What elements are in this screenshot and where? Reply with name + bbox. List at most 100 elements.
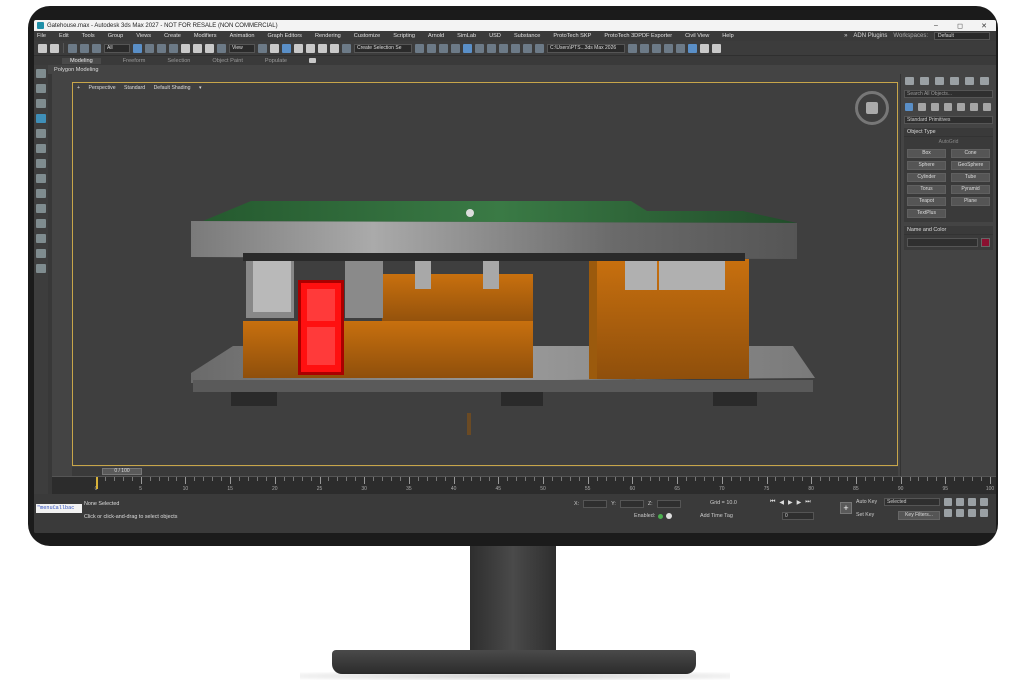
pivot-center-icon[interactable] [258,43,267,53]
zoom-all-icon[interactable] [956,498,964,506]
maxscript-listener[interactable]: "menuCallbac [36,504,82,513]
menu-views[interactable]: Views [136,33,151,39]
render-production-icon[interactable] [535,43,544,53]
ribbon-options-icon[interactable] [309,58,316,63]
object-name-field[interactable] [907,238,978,247]
hierarchy-tab-icon[interactable] [935,77,944,85]
menu-graph-editors[interactable]: Graph Editors [267,33,302,39]
toolbar-extra-icon[interactable] [676,43,685,53]
bind-space-warp-icon[interactable] [92,43,101,53]
set-project-folder-icon[interactable] [628,43,637,53]
lights-icon[interactable] [931,103,939,111]
create-tab-icon[interactable] [905,77,914,85]
enabled-indicator-icon[interactable] [658,513,664,519]
menu-scripting[interactable]: Scripting [393,33,415,39]
display-bones-icon[interactable] [36,219,46,228]
tube-button[interactable]: Tube [951,173,990,182]
tab-populate[interactable]: Populate [265,58,287,64]
track-bar[interactable]: 0 5 10 15 20 25 30 35 40 45 50 55 60 65 70 75 80 85 90 95 10… [52,476,996,494]
menu-overflow-icon[interactable]: » [844,33,847,39]
display-helpers-icon[interactable] [36,189,46,198]
rendered-frame-window-icon[interactable] [523,43,532,53]
scale-icon[interactable] [205,43,214,53]
menu-file[interactable]: File [37,33,46,39]
display-tab-icon[interactable] [965,77,974,85]
play-icon[interactable]: ▶ [788,499,793,506]
plane-button[interactable]: Plane [951,197,990,206]
search-all-objects-field[interactable]: Search All Objects... [904,90,993,98]
go-to-start-icon[interactable]: ⏮ [770,499,775,506]
primitive-category-dropdown[interactable]: Standard Primitives [904,116,993,124]
layer-explorer-icon[interactable] [451,43,460,53]
pyramid-button[interactable]: Pyramid [951,185,990,194]
previous-frame-icon[interactable]: ◀ [779,499,784,506]
key-filters-button[interactable]: Key Filters... [898,511,940,520]
selection-filter-dropdown[interactable]: All [104,43,130,53]
next-frame-icon[interactable]: ▶ [797,499,802,506]
curve-editor-icon[interactable] [475,43,484,53]
helpers-icon[interactable] [957,103,965,111]
cameras-icon[interactable] [944,103,952,111]
set-key-mode-icon[interactable]: + [840,502,852,514]
user-account[interactable]: ADN Plugins [853,33,887,39]
link-icon[interactable] [68,43,77,53]
z-coordinate-field[interactable] [656,500,681,508]
sort-by-hierarchy-icon[interactable] [36,84,46,93]
menu-modifiers[interactable]: Modifiers [194,33,217,39]
sort-by-layer-icon[interactable] [36,99,46,108]
workspace-dropdown[interactable]: Default [934,32,990,40]
angle-snap-icon[interactable] [306,43,315,53]
time-slider-thumb[interactable]: 0 / 100 [102,468,142,475]
name-and-color-header[interactable]: Name and Color [904,226,993,235]
menu-tools[interactable]: Tools [82,33,95,39]
modify-tab-icon[interactable] [920,77,929,85]
placement-icon[interactable] [217,43,226,53]
selection-set-dropdown[interactable]: Selected [884,498,940,506]
select-object-icon[interactable] [133,43,142,53]
schematic-view-icon[interactable] [487,43,496,53]
box-button[interactable]: Box [907,149,946,158]
motion-tab-icon[interactable] [950,77,959,85]
snaps-toggle-icon[interactable] [294,43,303,53]
unlink-icon[interactable] [80,43,89,53]
perspective-viewport[interactable]: + Perspective Standard Default Shading ▾ [72,82,898,466]
ribbon-toggle-icon[interactable] [463,43,472,53]
spinner-snap-icon[interactable] [330,43,339,53]
systems-icon[interactable] [983,103,991,111]
pan-icon[interactable] [956,509,964,517]
zoom-icon[interactable] [944,498,952,506]
keyboard-shortcut-override-icon[interactable] [282,43,291,53]
menu-animation[interactable]: Animation [230,33,255,39]
current-frame-field[interactable]: 0 [782,512,814,520]
toggle-icon[interactable] [666,513,673,519]
display-selected-icon[interactable] [36,114,46,123]
current-time-marker[interactable] [96,477,98,489]
render-options-icon[interactable] [700,43,709,53]
project-folder-dropdown[interactable]: C:\Users\PTS...3ds Max 2026 [547,43,625,53]
menu-substance[interactable]: Substance [514,33,540,39]
selection-region-icon[interactable] [157,43,166,53]
zoom-extents-icon[interactable] [968,498,976,506]
align-icon[interactable] [427,43,436,53]
layer-icon[interactable] [652,43,661,53]
mirror-icon[interactable] [415,43,424,53]
geosphere-button[interactable]: GeoSphere [951,161,990,170]
space-warps-icon[interactable] [970,103,978,111]
minimize-button[interactable]: – [924,22,948,30]
maximize-viewport-icon[interactable] [980,509,988,517]
time-slider[interactable]: 0 / 100 [72,467,898,476]
torus-button[interactable]: Torus [907,185,946,194]
menu-usd[interactable]: USD [489,33,501,39]
select-manipulate-icon[interactable] [270,43,279,53]
zoom-extents-all-icon[interactable] [980,498,988,506]
arnold-render-icon[interactable] [712,43,721,53]
menu-help[interactable]: Help [722,33,734,39]
close-button[interactable]: ✕ [972,22,996,30]
tab-selection[interactable]: Selection [167,58,190,64]
display-shapes-icon[interactable] [36,144,46,153]
display-cameras-icon[interactable] [36,174,46,183]
teapot-button[interactable]: Teapot [907,197,946,206]
undo-icon[interactable] [38,43,47,53]
display-spacewarps-icon[interactable] [36,204,46,213]
maximize-button[interactable]: ◻ [948,22,972,30]
